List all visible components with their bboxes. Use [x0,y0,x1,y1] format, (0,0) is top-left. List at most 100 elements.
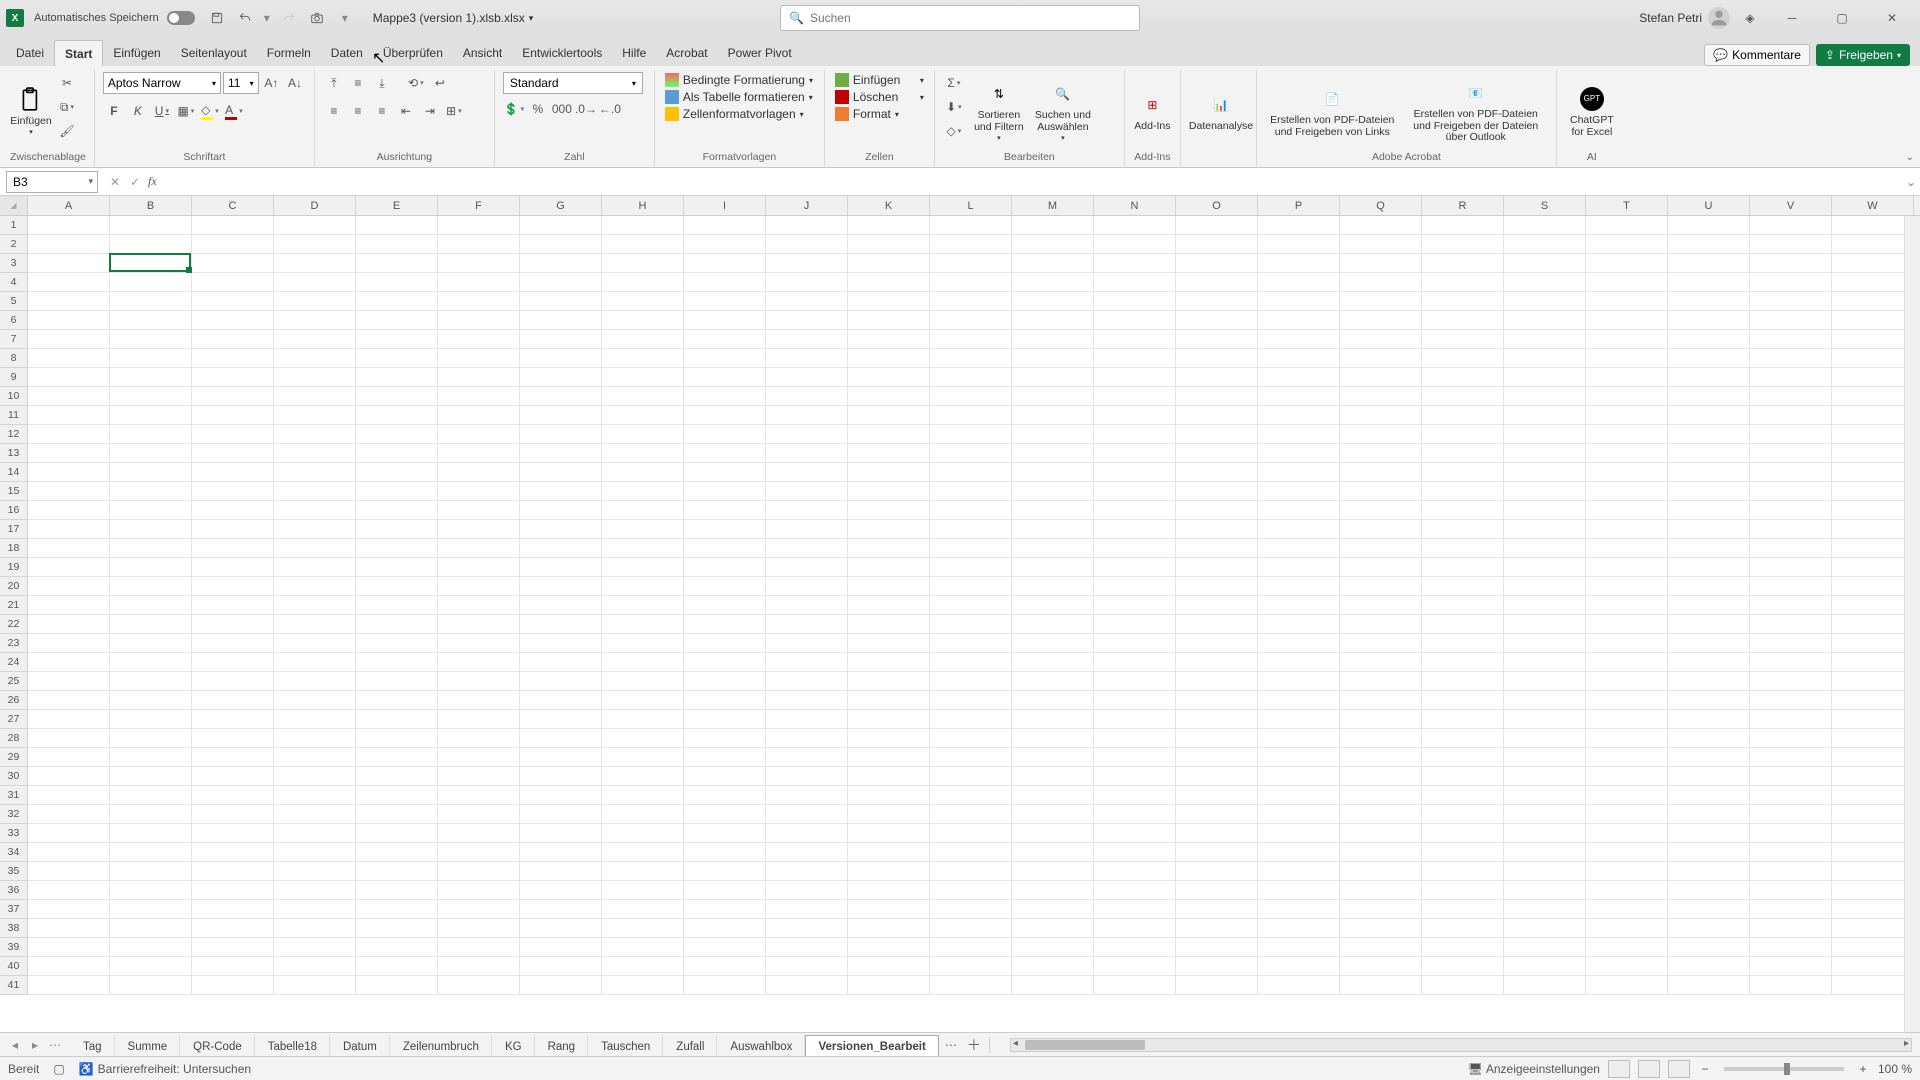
row-header[interactable]: 5 [0,292,28,311]
cell[interactable] [274,577,356,596]
cell[interactable] [356,748,438,767]
cell[interactable] [1340,786,1422,805]
expand-formula-icon[interactable]: ⌄ [1902,175,1920,189]
cell[interactable] [848,976,930,995]
cell[interactable] [848,710,930,729]
cell[interactable] [110,938,192,957]
cell[interactable] [356,786,438,805]
cell[interactable] [1176,577,1258,596]
cell[interactable] [1176,710,1258,729]
cell[interactable] [192,235,274,254]
cell[interactable] [1504,520,1586,539]
tab-entwicklertools[interactable]: Entwicklertools [512,40,612,66]
cell[interactable] [520,216,602,235]
cell[interactable] [1668,767,1750,786]
cell[interactable] [274,482,356,501]
display-settings[interactable]: 🖥Anzeigeeinstellungen [1468,1062,1600,1076]
cell[interactable] [438,843,520,862]
cell[interactable] [28,482,110,501]
cell[interactable] [192,387,274,406]
cell[interactable] [1422,577,1504,596]
tab-formeln[interactable]: Formeln [257,40,321,66]
cell[interactable] [1422,539,1504,558]
cell[interactable] [1832,748,1914,767]
cell[interactable] [438,653,520,672]
cell[interactable] [110,691,192,710]
tab-acrobat[interactable]: Acrobat [656,40,717,66]
cell[interactable] [438,273,520,292]
cell[interactable] [1340,767,1422,786]
cell[interactable] [520,748,602,767]
cell[interactable] [356,729,438,748]
cell[interactable] [1504,748,1586,767]
cell[interactable] [1750,482,1832,501]
cell[interactable] [1668,786,1750,805]
cell[interactable] [684,672,766,691]
cell[interactable] [274,900,356,919]
cell[interactable] [1586,520,1668,539]
cell[interactable] [1750,653,1832,672]
row-header[interactable]: 41 [0,976,28,995]
cell[interactable] [1586,311,1668,330]
cell[interactable] [848,615,930,634]
cell[interactable] [1504,767,1586,786]
cell[interactable] [930,463,1012,482]
cell[interactable] [848,425,930,444]
cell[interactable] [274,501,356,520]
cell[interactable] [520,767,602,786]
cell[interactable] [1340,596,1422,615]
cell[interactable] [1832,881,1914,900]
column-header[interactable]: Q [1340,196,1422,215]
cell[interactable] [1012,900,1094,919]
cell[interactable] [1094,254,1176,273]
cell[interactable] [1258,653,1340,672]
cell[interactable] [192,292,274,311]
cell[interactable] [1258,634,1340,653]
cell[interactable] [1586,672,1668,691]
cell[interactable] [1750,520,1832,539]
cell[interactable] [1422,216,1504,235]
cell[interactable] [1586,919,1668,938]
cell[interactable] [1258,805,1340,824]
cell[interactable] [930,520,1012,539]
cell[interactable] [192,805,274,824]
font-name-select[interactable]: Aptos Narrow▾ [103,72,221,94]
cell[interactable] [356,900,438,919]
cell[interactable] [1504,786,1586,805]
orientation-icon[interactable]: ⟲ [405,72,427,94]
tab-einfügen[interactable]: Einfügen [103,40,170,66]
cell[interactable] [192,900,274,919]
sheet-more-icon[interactable]: ⋯ [939,1038,963,1052]
cell[interactable] [1094,235,1176,254]
cell[interactable] [1012,520,1094,539]
cell[interactable] [1094,520,1176,539]
cell[interactable] [28,824,110,843]
cell[interactable] [766,957,848,976]
cell[interactable] [1668,501,1750,520]
cell[interactable] [1176,520,1258,539]
align-left-icon[interactable]: ≡ [323,100,345,122]
cell[interactable] [520,691,602,710]
align-middle-icon[interactable]: ≡ [347,72,369,94]
cell[interactable] [438,501,520,520]
cell[interactable] [1258,235,1340,254]
cell[interactable] [274,919,356,938]
cell[interactable] [1176,634,1258,653]
cell[interactable] [684,824,766,843]
cell[interactable] [110,729,192,748]
cell[interactable] [1586,957,1668,976]
cell[interactable] [602,710,684,729]
font-size-select[interactable]: 11▾ [223,72,259,94]
cell[interactable] [1504,292,1586,311]
cell[interactable] [1176,558,1258,577]
cell[interactable] [1504,615,1586,634]
cell[interactable] [1832,653,1914,672]
cell[interactable] [1258,463,1340,482]
cell[interactable] [848,691,930,710]
wrap-text-icon[interactable]: ↩ [429,72,451,94]
cell[interactable] [438,235,520,254]
cell[interactable] [1176,482,1258,501]
cell[interactable] [1340,406,1422,425]
fill-icon[interactable]: ⬇ [943,96,965,118]
cell[interactable] [520,425,602,444]
